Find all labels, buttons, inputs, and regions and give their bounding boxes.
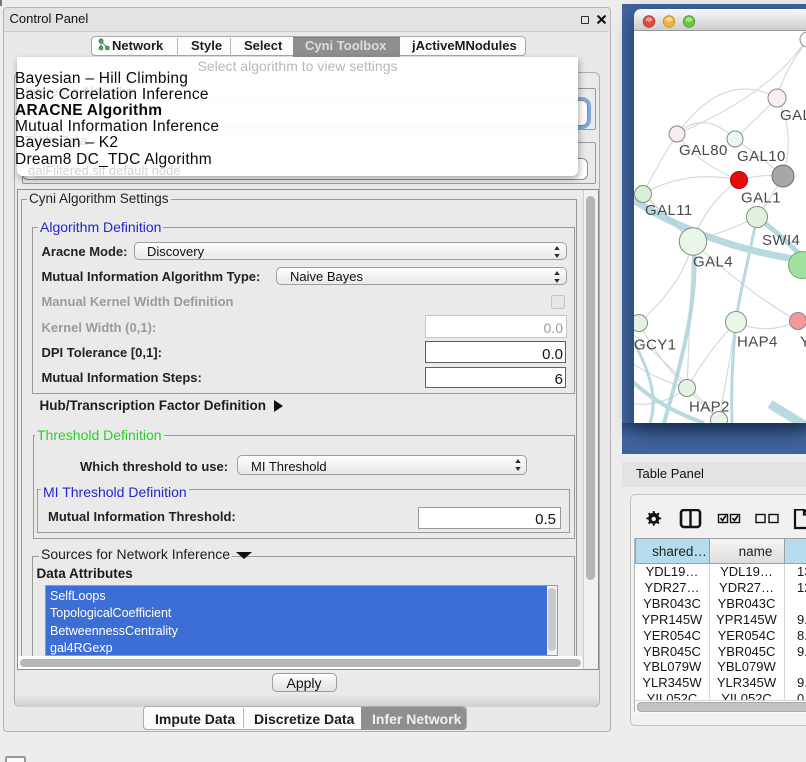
svg-text:HAP4: HAP4	[737, 334, 778, 351]
svg-text:GAL11: GAL11	[645, 202, 693, 219]
svg-text:GAL80: GAL80	[679, 142, 728, 159]
svg-text:GAL4: GAL4	[693, 254, 733, 271]
svg-text:HAP2: HAP2	[689, 399, 730, 416]
svg-text:Y: Y	[800, 334, 806, 351]
svg-text:SWI4: SWI4	[762, 232, 800, 249]
svg-text:GAL1: GAL1	[741, 190, 781, 207]
svg-text:GAL2: GAL2	[780, 107, 806, 124]
svg-text:GAL10: GAL10	[737, 148, 786, 165]
svg-text:GCY1: GCY1	[634, 337, 676, 354]
